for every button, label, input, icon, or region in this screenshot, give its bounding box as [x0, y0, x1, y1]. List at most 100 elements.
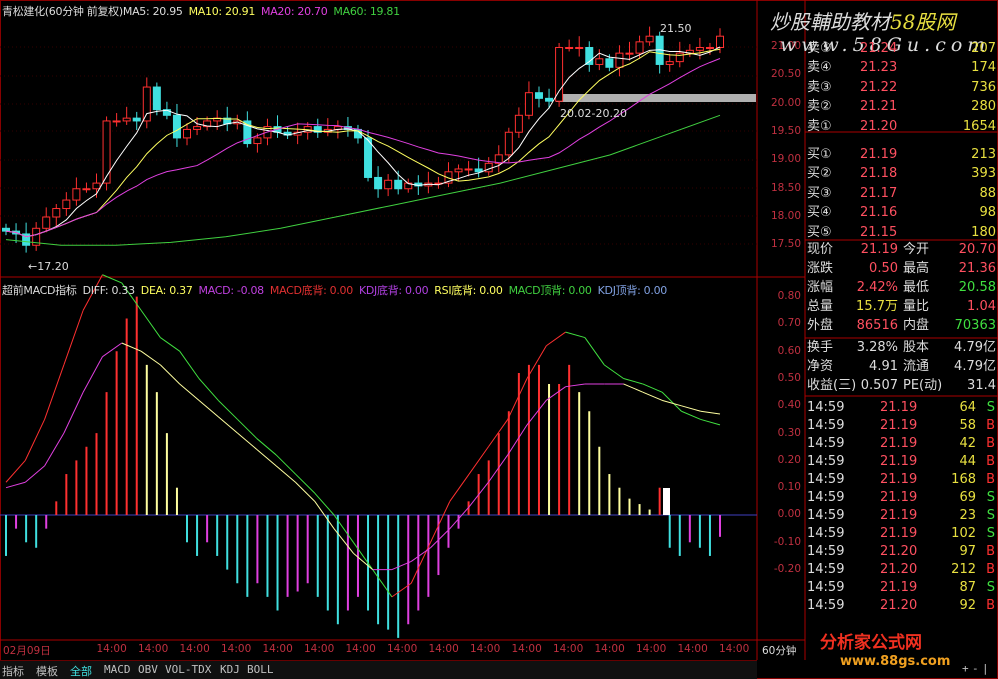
orderbook-sell-row: 卖④ 21.23 174 — [805, 59, 998, 77]
finance-value: 4.91 — [869, 359, 898, 374]
finance-label: 换手 — [807, 340, 834, 355]
tick-time: 14:59 — [807, 454, 845, 469]
macd-panel — [0, 274, 757, 638]
candle-up — [484, 162, 493, 173]
zoom-button[interactable]: - — [972, 662, 979, 675]
tab-指标[interactable]: 指标 — [2, 663, 24, 679]
tab-vol-tdx[interactable]: VOL-TDX — [165, 663, 211, 676]
candle-up — [595, 58, 604, 65]
price-axis-label: 19.50 — [770, 124, 801, 137]
tab-obv[interactable]: OBV — [138, 663, 158, 676]
indicator-name[interactable]: 超前MACD指标 — [2, 284, 77, 297]
tab-全部[interactable]: 全部 — [70, 663, 92, 679]
candle-down — [2, 227, 10, 232]
candle-up — [42, 216, 51, 229]
diff-line — [275, 454, 296, 475]
dea-line — [700, 410, 721, 415]
tick-volume: 23 — [959, 508, 976, 523]
tick-side: S — [986, 508, 995, 523]
level-price: 21.23 — [860, 60, 898, 76]
candle-up — [645, 35, 654, 43]
macd-axis-label: 0.50 — [777, 371, 801, 384]
diff-line — [661, 391, 682, 412]
tick-side: B — [986, 544, 995, 559]
zoom-button[interactable]: + — [962, 662, 969, 675]
tab-macd[interactable]: MACD — [104, 663, 131, 676]
tick-row: 14:59 21.20 212 B — [805, 561, 998, 579]
finance-row: 收益(三) 0.507 PE(动) 31.4 — [805, 377, 998, 395]
diff-line — [546, 331, 566, 347]
diff-line — [700, 418, 721, 426]
quote-value: 86516 — [856, 318, 898, 333]
tick-row: 14:59 21.20 97 B — [805, 543, 998, 561]
macd-axis-label: -0.10 — [773, 535, 801, 548]
tick-price: 21.20 — [880, 598, 918, 613]
dea-line — [44, 432, 65, 467]
diff-line — [623, 378, 643, 385]
candle-down — [474, 168, 483, 173]
tick-price: 21.19 — [880, 580, 918, 595]
quote-label: 涨跌 — [807, 261, 834, 276]
diff-line — [44, 364, 65, 420]
diff-line — [160, 337, 180, 352]
tick-price: 21.19 — [880, 454, 918, 469]
ma60-line — [5, 114, 721, 246]
tick-row: 14:59 21.19 42 B — [805, 435, 998, 453]
tick-volume: 64 — [959, 400, 976, 415]
tick-volume: 44 — [959, 454, 976, 469]
time-label: 14:00 — [677, 643, 708, 655]
zoom-button[interactable]: | — [982, 662, 989, 675]
orderbook-sell-row: 卖② 21.21 280 — [805, 98, 998, 116]
quote-label: 总量 — [807, 299, 834, 314]
time-label: 14:00 — [345, 643, 376, 655]
time-label: 02月09日 — [3, 645, 51, 657]
tick-price: 21.19 — [880, 508, 918, 523]
diff-line — [468, 446, 489, 475]
level-label: 卖⑤ — [807, 41, 832, 56]
ma10-line — [5, 48, 721, 238]
quote-label: 量比 — [903, 299, 930, 314]
quote-value: 0.50 — [869, 261, 898, 276]
tick-time: 14:59 — [807, 418, 845, 433]
tick-time: 14:59 — [807, 490, 845, 505]
candle-up — [253, 137, 262, 145]
price-panel: ←17.20 21.50 20.02-20.20 — [0, 22, 757, 273]
high-annotation: 21.50 — [660, 22, 692, 35]
quote-value: 1.04 — [967, 299, 996, 314]
diff-line — [507, 378, 528, 420]
ma10-value: MA10: 20.91 — [188, 5, 256, 18]
tab-kdj[interactable]: KDJ — [220, 663, 240, 676]
dea-line — [160, 364, 181, 385]
candle-up — [102, 120, 111, 184]
dea-line — [507, 424, 528, 456]
level-price: 21.19 — [860, 147, 898, 162]
orderbook-buy-row: 买② 21.18 393 — [805, 165, 998, 183]
candle-up — [716, 35, 724, 49]
tab-boll[interactable]: BOLL — [247, 663, 274, 676]
candle-up — [575, 47, 584, 49]
quote-label: 现价 — [807, 242, 834, 257]
diff-line — [295, 473, 316, 494]
time-label: 14:00 — [262, 643, 293, 655]
finance-value: 3.28% — [856, 340, 898, 355]
ma20-line — [5, 58, 721, 238]
quote-row: 涨跌 0.50 最高 21.36 — [805, 260, 998, 278]
tick-volume: 69 — [959, 490, 976, 505]
orderbook-sell-row: 卖③ 21.22 736 — [805, 79, 998, 97]
tick-side: S — [986, 400, 995, 415]
dea-line — [24, 465, 45, 483]
tick-time: 14:59 — [807, 508, 845, 523]
dea-line — [681, 405, 701, 412]
price-axis-label: 17.50 — [770, 238, 801, 251]
finance-value: 31.4 — [967, 378, 996, 393]
period-label[interactable]: 60分钟 — [762, 643, 796, 658]
dea-line — [140, 350, 161, 366]
macd-axis-label: -0.20 — [773, 563, 801, 575]
diff-line — [179, 350, 200, 379]
candle-up — [615, 52, 624, 68]
price-axis-label: 20.50 — [770, 68, 801, 81]
finance-value: 4.79亿 — [954, 359, 996, 374]
tab-模板[interactable]: 模板 — [36, 663, 58, 679]
macd-bottom-value: MACD底背: 0.00 — [269, 284, 353, 297]
level-volume: 98 — [979, 205, 996, 221]
